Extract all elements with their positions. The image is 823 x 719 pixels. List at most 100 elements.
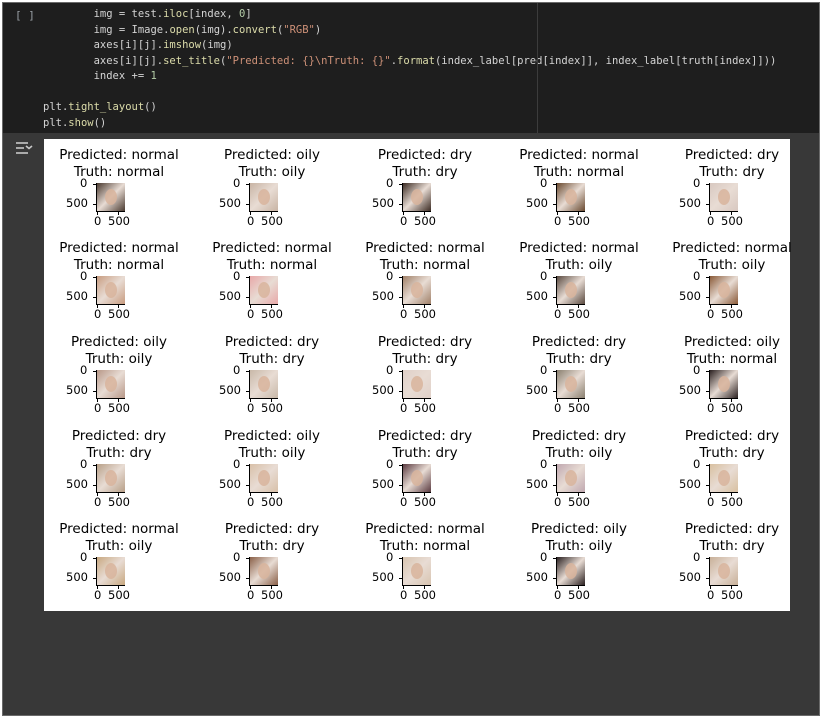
tick-mark [118, 493, 119, 496]
subplot-axes [402, 464, 431, 493]
subplot: Predicted: dry Truth: oily 0 500 0 500 [504, 420, 654, 514]
subplot-title-predicted: Predicted: normal [365, 521, 485, 537]
x-tick-label: 0 [400, 307, 408, 321]
y-tick-label: 500 [526, 383, 548, 397]
subplot-title-truth: Truth: normal [533, 164, 625, 180]
subplot-title-predicted: Predicted: normal [519, 240, 639, 256]
subplot: Predicted: normal Truth: normal 0 500 0 500 [504, 139, 654, 233]
tick-mark [93, 465, 97, 466]
tick-mark [578, 493, 579, 496]
run-cell-button[interactable]: [ ] [15, 9, 35, 22]
subplot-title-predicted: Predicted: dry [684, 147, 780, 163]
tick-mark [710, 399, 711, 402]
y-tick-label: 0 [386, 457, 394, 471]
y-tick-label: 500 [219, 289, 241, 303]
tick-mark [246, 578, 250, 579]
tick-mark [557, 493, 558, 496]
subplot-title-truth: Truth: dry [699, 164, 765, 180]
tick-mark [403, 399, 404, 402]
y-tick-label: 0 [540, 363, 548, 377]
tick-mark [403, 305, 404, 308]
y-tick-label: 500 [372, 570, 394, 584]
x-tick-label: 500 [414, 307, 436, 321]
y-tick-label: 0 [693, 176, 701, 190]
subplot: Predicted: oily Truth: oily 0 500 0 500 [44, 326, 194, 420]
x-tick-label: 0 [554, 401, 562, 415]
y-tick-label: 0 [693, 550, 701, 564]
subplot: Predicted: dry Truth: dry 0 500 0 500 [350, 420, 500, 514]
subplot-title-predicted: Predicted: normal [212, 240, 332, 256]
subplot-title-truth: Truth: normal [379, 257, 471, 273]
tick-mark [399, 558, 403, 559]
tick-mark [710, 212, 711, 215]
tick-mark [710, 493, 711, 496]
subplot: Predicted: normal Truth: oily 0 500 0 500 [657, 232, 807, 326]
tick-mark [706, 184, 710, 185]
subplot-title-truth: Truth: oily [238, 164, 306, 180]
code-editor[interactable]: [ ] img = test.iloc[index, 0] img = Imag… [3, 3, 819, 133]
x-tick-label: 500 [721, 495, 743, 509]
tick-mark [706, 465, 710, 466]
subplot: Predicted: normal Truth: normal 0 500 0 500 [197, 232, 347, 326]
y-tick-label: 500 [66, 196, 88, 210]
y-tick-label: 0 [80, 269, 88, 283]
y-tick-label: 500 [219, 383, 241, 397]
tick-mark [399, 391, 403, 392]
subplot-title-predicted: Predicted: oily [224, 428, 320, 444]
subplot-axes [402, 183, 431, 212]
y-tick-label: 0 [80, 363, 88, 377]
subplot-title-truth: Truth: oily [85, 351, 153, 367]
tick-mark [710, 586, 711, 589]
subplot-axes [249, 464, 278, 493]
x-tick-label: 0 [707, 214, 715, 228]
tick-mark [93, 371, 97, 372]
subplot-axes [96, 464, 125, 493]
output-toggle-icon[interactable] [15, 141, 33, 155]
y-tick-label: 500 [372, 289, 394, 303]
y-tick-label: 500 [679, 570, 701, 584]
subplot: Predicted: dry Truth: dry 0 500 0 500 [350, 139, 500, 233]
x-tick-label: 500 [261, 495, 283, 509]
tick-mark [424, 212, 425, 215]
subplot-axes [402, 370, 431, 399]
tick-mark [553, 558, 557, 559]
subplot: Predicted: dry Truth: dry 0 500 0 500 [657, 139, 807, 233]
y-tick-label: 0 [693, 363, 701, 377]
y-tick-label: 0 [386, 550, 394, 564]
subplot-axes [249, 276, 278, 305]
tick-mark [250, 212, 251, 215]
y-tick-label: 500 [219, 477, 241, 491]
tick-mark [399, 277, 403, 278]
y-tick-label: 0 [80, 176, 88, 190]
y-tick-label: 500 [372, 477, 394, 491]
tick-mark [97, 212, 98, 215]
tick-mark [731, 586, 732, 589]
subplot-title-truth: Truth: dry [392, 351, 458, 367]
subplot-title-predicted: Predicted: oily [224, 147, 320, 163]
subplot-title-truth: Truth: normal [686, 351, 778, 367]
subplot-axes [556, 183, 585, 212]
subplot-title-predicted: Predicted: dry [224, 334, 320, 350]
ruler-line [537, 3, 538, 133]
subplot-title-predicted: Predicted: dry [377, 428, 473, 444]
subplot: Predicted: dry Truth: dry 0 500 0 500 [504, 326, 654, 420]
y-tick-label: 0 [386, 363, 394, 377]
tick-mark [246, 204, 250, 205]
code-text[interactable]: img = test.iloc[index, 0] img = Image.op… [43, 7, 776, 131]
subplot: Predicted: oily Truth: normal 0 500 0 500 [657, 326, 807, 420]
notebook-cell: [ ] img = test.iloc[index, 0] img = Imag… [2, 2, 820, 716]
tick-mark [578, 305, 579, 308]
subplot: Predicted: oily Truth: oily 0 500 0 500 [197, 139, 347, 233]
subplot-title-truth: Truth: oily [545, 538, 613, 554]
tick-mark [250, 493, 251, 496]
subplot-axes [556, 464, 585, 493]
subplot-title-predicted: Predicted: dry [684, 521, 780, 537]
subplot-title-predicted: Predicted: dry [377, 334, 473, 350]
tick-mark [706, 297, 710, 298]
tick-mark [553, 297, 557, 298]
subplot: Predicted: dry Truth: dry 0 500 0 500 [657, 513, 807, 607]
tick-mark [250, 586, 251, 589]
subplot-axes [249, 183, 278, 212]
y-tick-label: 500 [66, 289, 88, 303]
tick-mark [553, 391, 557, 392]
